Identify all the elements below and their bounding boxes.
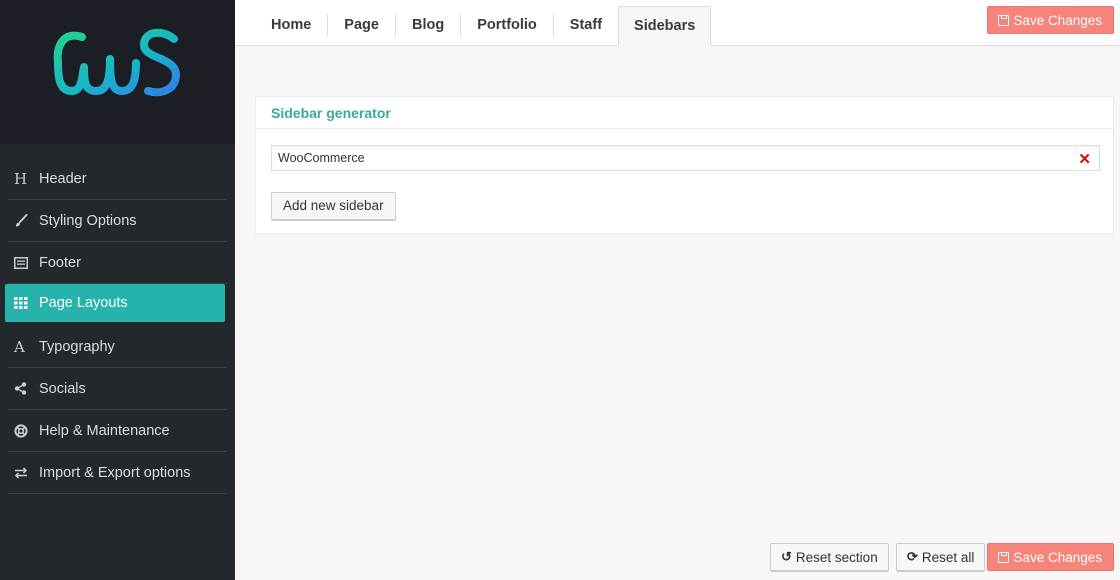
sidebar-item-label: Page Layouts xyxy=(39,295,128,311)
sidebar-item-import-export[interactable]: Import & Export options xyxy=(8,452,227,494)
sidebar-item-label: Import & Export options xyxy=(39,464,191,481)
save-changes-button-top[interactable]: Save Changes xyxy=(987,6,1114,34)
header-icon: H xyxy=(14,169,28,188)
sidebar-item-page-layouts[interactable]: Page Layouts xyxy=(5,284,225,322)
brush-icon xyxy=(14,213,38,228)
sidebar-item-footer[interactable]: Footer xyxy=(8,242,227,284)
add-new-sidebar-button[interactable]: Add new sidebar xyxy=(271,192,396,220)
tab-sidebars[interactable]: Sidebars xyxy=(618,6,712,46)
sidebar-name-field[interactable]: WooCommerce ✕ xyxy=(271,145,1100,171)
reset-all-button[interactable]: ⟳ Reset all xyxy=(896,543,986,571)
exchange-icon xyxy=(14,466,38,479)
sidebar-nav: H Header Styling Options Footer Page Lay… xyxy=(0,144,235,494)
sidebar-item-label: Footer xyxy=(39,254,81,271)
remove-sidebar-icon[interactable]: ✕ xyxy=(1078,148,1091,172)
top-tab-bar: Home Page Blog Portfolio Staff Sidebars … xyxy=(235,0,1120,46)
font-icon: A xyxy=(14,337,25,356)
sidebar-item-label: Help & Maintenance xyxy=(39,422,170,439)
sidebar-generator-panel: Sidebar generator WooCommerce ✕ Add new … xyxy=(255,96,1114,234)
sidebar-item-socials[interactable]: Socials xyxy=(8,368,227,410)
tab-blog[interactable]: Blog xyxy=(396,14,462,37)
save-changes-button-bottom[interactable]: Save Changes xyxy=(987,543,1114,571)
tab-page[interactable]: Page xyxy=(328,14,396,37)
save-label: Save Changes xyxy=(1013,12,1102,28)
share-icon xyxy=(14,382,38,395)
lifebuoy-icon xyxy=(14,423,38,438)
floppy-disk-icon xyxy=(998,551,1010,563)
sidebar-item-typography[interactable]: A Typography xyxy=(8,326,227,368)
reset-section-label: Reset section xyxy=(795,549,878,565)
refresh-icon: ⟳ xyxy=(907,549,918,564)
tabs: Home Page Blog Portfolio Staff Sidebars xyxy=(255,6,712,46)
sidebar-item-label: Header xyxy=(39,170,87,187)
tab-home[interactable]: Home xyxy=(255,14,329,37)
reset-all-label: Reset all xyxy=(921,549,975,565)
sidebar-item-styling-options[interactable]: Styling Options xyxy=(8,200,227,242)
footer-icon xyxy=(14,256,38,269)
sidebar: H Header Styling Options Footer Page Lay… xyxy=(0,0,235,580)
sidebar-item-label: Styling Options xyxy=(39,212,137,229)
undo-icon: ↺ xyxy=(781,549,792,564)
tab-staff[interactable]: Staff xyxy=(554,14,618,37)
grid-icon xyxy=(14,297,38,309)
sidebar-item-header[interactable]: H Header xyxy=(8,158,227,200)
panel-title: Sidebar generator xyxy=(256,97,1113,129)
logo-area xyxy=(0,0,235,144)
sidebar-item-label: Typography xyxy=(39,338,115,355)
sidebar-item-help-maintenance[interactable]: Help & Maintenance xyxy=(8,410,227,452)
floppy-disk-icon xyxy=(998,14,1010,26)
cws-logo xyxy=(53,28,180,97)
sidebar-name-value: WooCommerce xyxy=(278,151,365,165)
save-label: Save Changes xyxy=(1013,549,1102,565)
tab-portfolio[interactable]: Portfolio xyxy=(461,14,554,37)
sidebar-item-label: Socials xyxy=(39,380,86,397)
reset-section-button[interactable]: ↺ Reset section xyxy=(770,543,889,571)
